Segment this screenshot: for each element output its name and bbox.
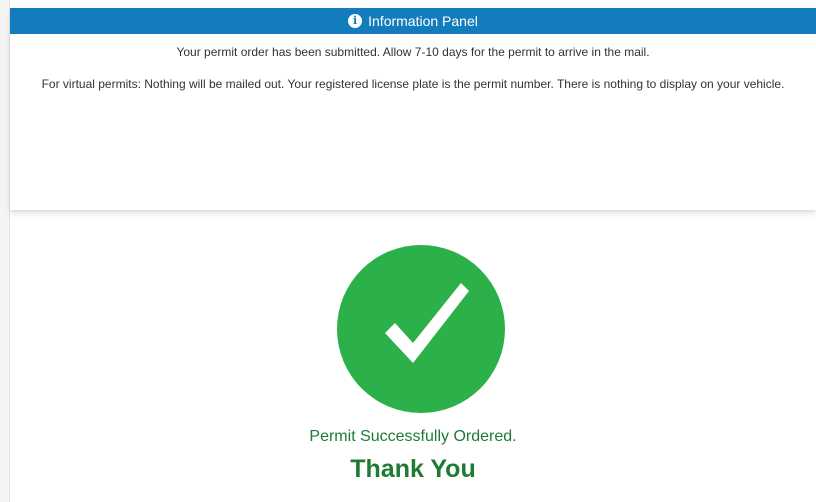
success-message: Permit Successfully Ordered. — [309, 428, 517, 445]
info-circle-icon: i — [348, 14, 363, 28]
information-panel-body: Your permit order has been submitted. Al… — [10, 45, 816, 92]
thank-you-heading: Thank You — [350, 455, 476, 483]
information-panel-header: i Information Panel — [10, 8, 816, 34]
checkmark-circle-icon — [337, 245, 505, 413]
page: i Information Panel Your permit order ha… — [0, 0, 816, 502]
success-section: Permit Successfully Ordered. Thank You — [10, 210, 816, 502]
information-panel: i Information Panel Your permit order ha… — [10, 8, 816, 210]
virtual-permit-message: For virtual permits: Nothing will be mai… — [41, 77, 785, 91]
submission-message: Your permit order has been submitted. Al… — [176, 45, 650, 59]
information-panel-title: Information Panel — [368, 13, 478, 29]
left-edge — [0, 0, 10, 502]
